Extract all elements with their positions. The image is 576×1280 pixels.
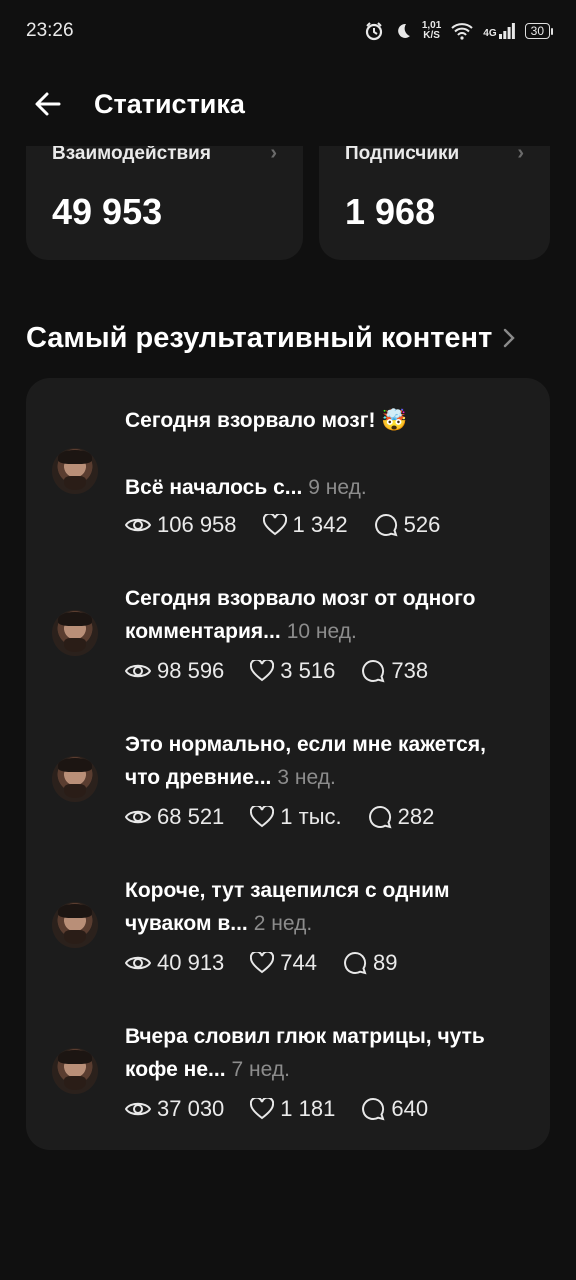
list-item[interactable]: Сегодня взорвало мозг! 🤯 Всё началось с.… [26,400,550,550]
list-item[interactable]: Вчера словил глюк матрицы, чуть кофе не.… [26,1016,550,1136]
post-stats: 98 596 3 516 738 [125,658,454,684]
comments-metric: 89 [343,950,398,976]
post-time: 9 нед. [308,476,367,499]
views-metric: 68 521 [125,804,224,830]
eye-icon [125,664,151,678]
avatar [52,610,98,656]
comments-metric: 526 [374,512,440,538]
list-item[interactable]: Это нормально, если мне кажется, что дре… [26,724,550,844]
post-time: 10 нед. [286,620,357,643]
post-stats: 40 913 744 89 [125,950,424,976]
wifi-icon [451,23,473,40]
avatar [52,448,98,494]
views-metric: 98 596 [125,658,224,684]
post-title: Короче, тут зацепился с одним чуваком в.… [125,879,450,935]
likes-metric: 1 тыс. [250,804,342,830]
comment-icon [368,805,392,829]
top-content-list: Сегодня взорвало мозг! 🤯 Всё началось с.… [26,378,550,1150]
list-item[interactable]: Короче, тут зацепился с одним чуваком в.… [26,870,550,990]
eye-icon [125,810,151,824]
eye-icon [125,956,151,970]
network-speed: 1,01 K/S [421,20,442,41]
post-title: Сегодня взорвало мозг от одного коммента… [125,587,476,643]
heart-icon [250,1098,275,1120]
status-icons: 1,01 K/S 4G 30 [364,20,554,41]
section-title: Самый результативный контент [26,321,493,354]
eye-icon [125,1102,151,1116]
likes-metric: 3 516 [250,658,335,684]
comment-icon [374,513,398,537]
views-metric: 106 958 [125,512,237,538]
likes-metric: 1 181 [250,1096,335,1122]
post-stats: 106 958 1 342 526 [125,512,466,538]
comments-metric: 640 [361,1096,428,1122]
comment-icon [362,659,385,683]
signal-strength-icon: 4G [483,23,515,39]
eye-icon [125,518,151,532]
avatar [52,902,98,948]
do-not-disturb-moon-icon [397,23,410,38]
battery-icon: 30 [524,23,554,39]
followers-value: 1 968 [345,191,436,232]
heart-icon [250,952,275,974]
status-bar: 23:26 1,01 K/S 4G 30 [0,0,576,62]
page-title: Статистика [94,88,245,119]
top-content-header[interactable]: Самый результативный контент [26,316,550,360]
heart-icon [262,514,287,536]
avatar [52,756,98,802]
views-metric: 40 913 [125,950,224,976]
avatar [52,1048,98,1094]
post-title: Это нормально, если мне кажется, что дре… [125,733,486,789]
post-title: Вчера словил глюк матрицы, чуть кофе не.… [125,1025,485,1081]
comments-metric: 738 [361,658,428,684]
heart-icon [250,806,275,828]
comments-metric: 282 [368,804,434,830]
list-item[interactable]: Сегодня взорвало мозг от одного коммента… [26,578,550,698]
post-time: 7 нед. [231,1058,290,1081]
likes-metric: 744 [250,950,317,976]
post-stats: 68 521 1 тыс. 282 [125,804,460,830]
post-time: 3 нед. [277,766,336,789]
comment-icon [344,951,367,975]
interactions-value: 49 953 [52,191,163,232]
comment-icon [362,1097,385,1121]
alarm-icon [365,22,382,41]
back-button[interactable] [24,80,72,128]
likes-metric: 1 342 [262,512,348,538]
status-time: 23:26 [26,20,74,41]
post-time: 2 нед. [253,912,313,935]
views-metric: 37 030 [125,1096,224,1122]
post-stats: 37 030 1 181 640 [125,1096,454,1122]
app-bar: Статистика [0,62,576,146]
chevron-right-icon [504,328,515,348]
post-title: Сегодня взорвало мозг! 🤯 Всё началось с.… [125,409,408,499]
arrow-left-icon [35,92,61,116]
heart-icon [250,660,275,682]
